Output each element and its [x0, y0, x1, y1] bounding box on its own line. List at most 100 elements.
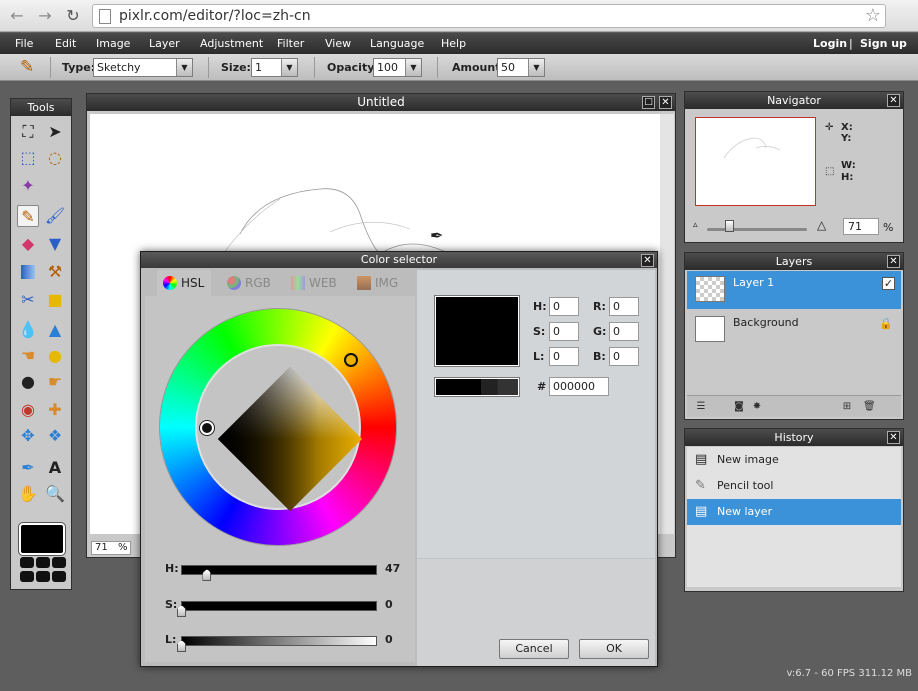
history-item[interactable]: ▤ New layer [687, 499, 901, 525]
vertical-scrollbar[interactable] [660, 114, 674, 534]
swatch-dot[interactable] [36, 557, 50, 568]
menu-adjustment[interactable]: Adjustment [200, 37, 263, 50]
crop-tool-icon[interactable]: ⛶ [17, 121, 39, 143]
amount-select[interactable]: 50 ▼ [497, 58, 545, 77]
cancel-button[interactable]: Cancel [499, 639, 569, 659]
color-replace-tool-icon[interactable]: ✂ [17, 289, 39, 311]
menu-filter[interactable]: Filter [277, 37, 304, 50]
gradient-tool-icon[interactable] [17, 261, 39, 283]
magic-wand-tool-icon[interactable]: ✦ [17, 175, 39, 197]
menu-edit[interactable]: Edit [55, 37, 76, 50]
nav-zoom-thumb[interactable] [725, 220, 734, 232]
swatch-dot[interactable] [52, 571, 66, 582]
menu-file[interactable]: File [15, 37, 33, 50]
menu-view[interactable]: View [325, 37, 351, 50]
tab-img[interactable]: IMG [351, 270, 411, 296]
zoom-tool-icon[interactable]: 🔍 [44, 483, 66, 505]
h-field[interactable]: 0 [549, 297, 579, 316]
red-eye-tool-icon[interactable]: ◉ [17, 399, 39, 421]
layer-settings-icon[interactable]: ☰ [695, 401, 707, 413]
size-select[interactable]: 1 ▼ [251, 58, 298, 77]
paint-bucket-tool-icon[interactable]: ▼ [44, 233, 66, 255]
drawing-tool-icon[interactable]: ■ [44, 289, 66, 311]
brush-tool-icon[interactable]: 🖌 [44, 205, 66, 227]
hue-marker[interactable] [344, 353, 358, 367]
layer-mask-icon[interactable]: ◙ [733, 401, 745, 413]
stamp-tool-icon[interactable]: ⚒ [44, 261, 66, 283]
hue-wheel[interactable] [159, 308, 397, 546]
foreground-color-swatch[interactable] [18, 522, 66, 556]
spot-heal-tool-icon[interactable]: ✚ [44, 399, 66, 421]
close-icon[interactable]: ✕ [641, 254, 654, 267]
blur-tool-icon[interactable]: 💧 [17, 319, 39, 341]
menu-layer[interactable]: Layer [149, 37, 180, 50]
visibility-checkbox-icon[interactable]: ✓ [882, 277, 895, 290]
swatch-dot[interactable] [36, 571, 50, 582]
r-field[interactable]: 0 [609, 297, 639, 316]
lasso-tool-icon[interactable]: ◌ [44, 147, 66, 169]
l-field[interactable]: 0 [549, 347, 579, 366]
layer-styles-icon[interactable]: ✸ [751, 401, 763, 413]
address-bar[interactable]: pixlr.com/editor/?loc=zh-cn ☆ [92, 4, 886, 28]
canvas-zoom-field[interactable]: 71 % [91, 541, 131, 555]
swatch-dot[interactable] [20, 557, 34, 568]
b-field[interactable]: 0 [609, 347, 639, 366]
type-tool-icon[interactable]: A [44, 457, 66, 479]
tab-hsl[interactable]: HSL [157, 270, 211, 296]
pinch-tool-icon[interactable]: ❖ [44, 425, 66, 447]
sponge-tool-icon[interactable]: ● [44, 345, 66, 367]
swatch-dot[interactable] [20, 571, 34, 582]
zoom-out-icon[interactable]: ▵ [693, 220, 698, 230]
l-slider-track[interactable] [181, 636, 377, 646]
type-select[interactable]: Sketchy ▼ [93, 58, 193, 77]
history-item[interactable]: ▤ New image [687, 447, 901, 473]
swatch-dot[interactable] [52, 557, 66, 568]
layer-row[interactable]: Background 🔒 [687, 311, 901, 349]
navigator-thumbnail[interactable] [695, 117, 816, 206]
burn-tool-icon[interactable]: ☛ [44, 371, 66, 393]
tab-rgb[interactable]: RGB [221, 270, 277, 296]
eraser-tool-icon[interactable]: ◆ [17, 233, 39, 255]
close-icon[interactable]: ✕ [887, 431, 900, 444]
layer-row[interactable]: Layer 1 ✓ [687, 271, 901, 309]
move-tool-icon[interactable]: ➤ [44, 121, 66, 143]
hand-tool-icon[interactable]: ✋ [17, 483, 39, 505]
forward-button[interactable]: → [34, 5, 56, 27]
menu-language[interactable]: Language [370, 37, 424, 50]
close-icon[interactable]: ✕ [659, 96, 672, 109]
bookmark-star-icon[interactable]: ☆ [865, 5, 881, 26]
opacity-select[interactable]: 100 ▼ [373, 58, 422, 77]
new-layer-icon[interactable]: ⊞ [841, 401, 853, 413]
signup-link[interactable]: Sign up [860, 37, 907, 50]
g-field[interactable]: 0 [609, 322, 639, 341]
menu-image[interactable]: Image [96, 37, 130, 50]
dodge-tool-icon[interactable]: ● [17, 371, 39, 393]
back-button[interactable]: ← [6, 5, 28, 27]
marquee-tool-icon[interactable]: ⬚ [17, 147, 39, 169]
layers-panel: Layers ✕ Layer 1 ✓ Background 🔒 ☰ ◙ ✸ ⊞ … [684, 252, 904, 420]
close-icon[interactable]: ✕ [887, 255, 900, 268]
nav-zoom-slider[interactable] [707, 228, 807, 231]
nav-zoom-field[interactable]: 71 [843, 218, 879, 235]
s-field[interactable]: 0 [549, 322, 579, 341]
sl-marker[interactable] [200, 421, 214, 435]
reload-button[interactable]: ↻ [62, 5, 84, 27]
history-item[interactable]: ✎ Pencil tool [687, 473, 901, 499]
login-link[interactable]: Login [813, 37, 847, 50]
tab-web[interactable]: WEB [285, 270, 345, 296]
sharpen-tool-icon[interactable]: ▲ [44, 319, 66, 341]
bloat-tool-icon[interactable]: ✥ [17, 425, 39, 447]
zoom-in-icon[interactable]: △ [817, 218, 826, 232]
saturation-lightness-square[interactable] [217, 366, 363, 512]
color-picker-tool-icon[interactable]: ✒ [17, 457, 39, 479]
delete-layer-icon[interactable]: 🗑 [863, 401, 876, 413]
hex-field[interactable]: 000000 [549, 377, 609, 396]
color-history-strip[interactable] [434, 377, 520, 397]
maximize-icon[interactable]: □ [642, 96, 655, 109]
smudge-tool-icon[interactable]: ☚ [17, 345, 39, 367]
menu-help[interactable]: Help [441, 37, 466, 50]
close-icon[interactable]: ✕ [887, 94, 900, 107]
ok-button[interactable]: OK [579, 639, 649, 659]
pencil-tool-icon[interactable]: ✎ [17, 205, 39, 227]
s-slider-track[interactable] [181, 601, 377, 611]
